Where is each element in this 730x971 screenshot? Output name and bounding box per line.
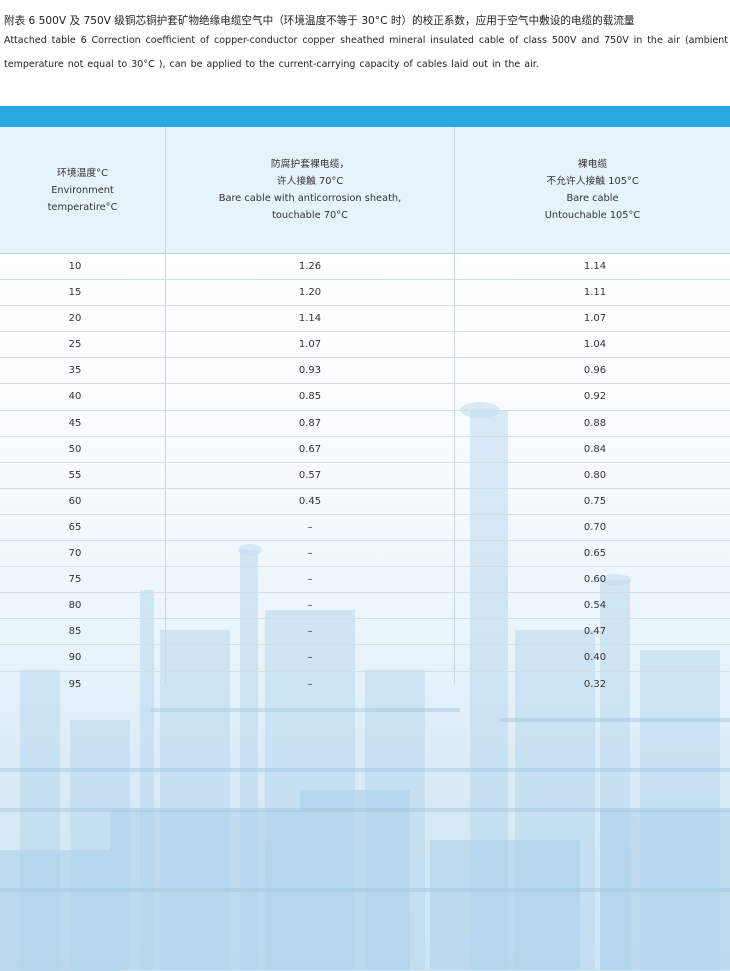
cell-touchable: 0.85 [298, 391, 322, 403]
table-row: 35 0.93 0.96 [0, 358, 730, 385]
header-untouchable-cn2: 不允许人接触 105°C [546, 176, 639, 187]
cell-touchable: – [307, 548, 313, 560]
cell-untouchable: 1.07 [583, 313, 607, 325]
table-row: 15 1.20 1.11 [0, 280, 730, 307]
table-row: 85 – 0.47 [0, 619, 730, 646]
cell-temperature: 40 [68, 391, 82, 403]
cell-temperature: 95 [68, 678, 82, 690]
table-row: 95 – 0.32 [0, 672, 730, 697]
cell-touchable: 1.07 [298, 339, 322, 351]
cell-touchable: 0.67 [298, 443, 322, 455]
cell-untouchable: 0.65 [583, 548, 607, 560]
header-touchable: 防腐护套裸电缆， 许人接触 70°C Bare cable with antic… [166, 127, 454, 253]
table-title-english: Attached table 6 Correction coefficient … [4, 35, 728, 70]
cell-touchable: 0.87 [298, 417, 322, 429]
cell-untouchable: 0.47 [583, 626, 607, 638]
cell-touchable: 0.45 [298, 495, 322, 507]
cell-touchable: – [307, 678, 313, 690]
header-temperature: 环境温度°C Environment temperatire°C [0, 127, 165, 253]
cell-untouchable: 0.40 [583, 652, 607, 664]
cell-untouchable: 1.04 [583, 339, 607, 351]
table-body: 10 1.26 1.14 15 1.20 1.11 20 1.14 1.07 25 1.07 1… [0, 254, 730, 697]
cell-temperature: 60 [68, 495, 82, 507]
header-touchable-en2: touchable 70°C [272, 210, 348, 221]
cell-untouchable: 0.70 [583, 521, 607, 533]
cell-untouchable: 0.92 [583, 391, 607, 403]
cell-untouchable: 0.84 [583, 443, 607, 455]
cell-temperature: 35 [68, 365, 82, 377]
table-row: 80 – 0.54 [0, 593, 730, 620]
table-row: 90 – 0.40 [0, 645, 730, 672]
cell-touchable: 0.93 [298, 365, 322, 377]
table-row: 55 0.57 0.80 [0, 463, 730, 489]
table-header-row: 环境温度°C Environment temperatire°C 防腐护套裸电缆… [0, 127, 730, 254]
cell-untouchable: 0.54 [583, 600, 607, 612]
table-row: 40 0.85 0.92 [0, 384, 730, 411]
cell-untouchable: 0.88 [583, 417, 607, 429]
cell-untouchable: 0.60 [583, 574, 607, 586]
header-untouchable-cn1: 裸电缆 [577, 159, 608, 170]
cell-temperature: 85 [68, 626, 82, 638]
table-row: 65 – 0.70 [0, 515, 730, 542]
header-untouchable: 裸电缆 不允许人接触 105°C Bare cable Untouchable … [455, 127, 730, 253]
table-row: 45 0.87 0.88 [0, 411, 730, 437]
cell-touchable: – [307, 600, 313, 612]
table-title-chinese: 附表 6 500V 及 750V 级铜芯铜护套矿物绝缘电缆空气中（环境温度不等于… [4, 15, 635, 27]
cell-temperature: 50 [68, 443, 82, 455]
cell-temperature: 45 [68, 417, 82, 429]
header-touchable-cn1: 防腐护套裸电缆， [270, 159, 350, 170]
table-row: 50 0.67 0.84 [0, 437, 730, 463]
cell-touchable: – [307, 652, 313, 664]
header-temperature-cn: 环境温度°C [57, 167, 108, 179]
table-row: 25 1.07 1.04 [0, 332, 730, 359]
cell-untouchable: 1.14 [583, 261, 607, 272]
cell-temperature: 90 [68, 652, 82, 664]
cell-temperature: 25 [68, 339, 82, 351]
table-row: 70 – 0.65 [0, 541, 730, 568]
table-row: 10 1.26 1.14 [0, 254, 730, 281]
cell-touchable: – [307, 574, 313, 586]
cell-temperature: 80 [68, 600, 82, 612]
header-untouchable-en1: Bare cable [566, 193, 619, 204]
header-touchable-cn2: 许人接触 70°C [276, 176, 344, 187]
header-untouchable-en2: Untouchable 105°C [544, 210, 641, 221]
cell-touchable: 1.20 [298, 287, 322, 299]
page-header: 附表 6 500V 及 750V 级铜芯铜护套矿物绝缘电缆空气中（环境温度不等于… [4, 13, 728, 77]
table-row: 60 0.45 0.75 [0, 489, 730, 515]
cell-temperature: 55 [68, 469, 82, 481]
header-touchable-en1: Bare cable with anticorrosion sheath, [218, 193, 402, 204]
header-temperature-en2: temperatire°C [47, 201, 118, 213]
cell-touchable: – [307, 626, 313, 638]
cell-temperature: 65 [68, 521, 82, 533]
cell-touchable: – [307, 521, 313, 533]
cell-temperature: 10 [68, 261, 82, 272]
cell-untouchable: 0.96 [583, 365, 607, 377]
table-row: 75 – 0.60 [0, 567, 730, 594]
cell-temperature: 70 [68, 548, 82, 560]
cell-temperature: 20 [68, 313, 82, 325]
header-temperature-en1: Environment [51, 184, 114, 196]
table-row: 20 1.14 1.07 [0, 306, 730, 333]
cell-untouchable: 1.11 [583, 287, 607, 299]
cell-temperature: 15 [68, 287, 82, 299]
table-top-band [0, 106, 730, 127]
cell-touchable: 1.26 [298, 261, 322, 272]
cell-untouchable: 0.32 [583, 678, 607, 690]
cell-touchable: 0.57 [298, 469, 322, 481]
cell-untouchable: 0.75 [583, 495, 607, 507]
cell-touchable: 1.14 [298, 313, 322, 325]
cell-temperature: 75 [68, 574, 82, 586]
cell-untouchable: 0.80 [583, 469, 607, 481]
